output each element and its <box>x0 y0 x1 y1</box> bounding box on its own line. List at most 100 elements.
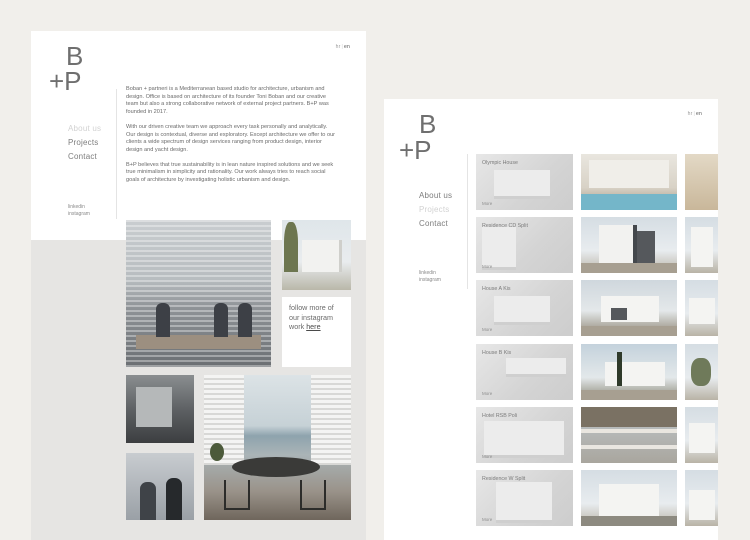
building-shape <box>605 362 665 386</box>
logo-plus-p: +P <box>49 66 82 96</box>
interior-photo <box>126 375 194 443</box>
nav-divider <box>467 154 468 289</box>
project-card[interactable]: Hotel RSB Poli More <box>476 407 573 463</box>
lang-hr[interactable]: hr <box>336 44 341 50</box>
building-shape <box>689 298 715 324</box>
project-more-link[interactable]: More <box>482 327 492 332</box>
project-photo[interactable] <box>581 217 677 273</box>
projects-page: B +P hr|en About us Projects Contact lin… <box>384 99 718 540</box>
tree-shape <box>691 358 711 386</box>
project-photo[interactable] <box>685 280 718 336</box>
window-shape <box>611 308 627 320</box>
nav-about-us[interactable]: About us <box>68 122 101 136</box>
panel-shape <box>136 387 172 427</box>
project-more-link[interactable]: More <box>482 264 492 269</box>
nav-about-us[interactable]: About us <box>419 189 452 203</box>
main-nav: About us Projects Contact <box>68 122 101 164</box>
project-photo[interactable] <box>685 217 718 273</box>
project-photo[interactable] <box>685 407 718 463</box>
project-photo[interactable] <box>581 470 677 526</box>
instagram-link[interactable]: instagram <box>68 211 90 218</box>
project-name: House B Kis <box>482 350 512 356</box>
shutter-right <box>311 375 351 465</box>
project-photo[interactable] <box>581 280 677 336</box>
linkedin-link[interactable]: linkedin <box>419 270 441 277</box>
building-shape <box>482 227 516 267</box>
project-more-link[interactable]: More <box>482 517 492 522</box>
project-name: House A Kis <box>482 286 511 292</box>
brand-logo[interactable]: B +P <box>399 111 436 163</box>
ground-shape <box>581 516 677 526</box>
about-paragraph: B+P believes that true sustainability is… <box>126 161 334 184</box>
project-row: Residence W Split More <box>476 470 718 526</box>
ground-shape <box>581 390 677 400</box>
building-shape <box>496 482 552 520</box>
building-shape <box>601 296 659 322</box>
instagram-link[interactable]: instagram <box>419 277 441 284</box>
language-switcher: hr|en <box>688 111 702 117</box>
project-photo[interactable] <box>581 154 677 210</box>
lang-hr[interactable]: hr <box>688 111 693 117</box>
nav-divider <box>116 89 117 219</box>
building-shape <box>302 240 342 272</box>
ground-shape <box>581 263 677 273</box>
project-photo[interactable] <box>685 344 718 400</box>
about-paragraph: Boban + partneri is a Mediterranean base… <box>126 86 329 116</box>
main-nav: About us Projects Contact <box>419 189 452 231</box>
about-description: Boban + partneri is a Mediterranean base… <box>126 86 336 192</box>
linkedin-link[interactable]: linkedin <box>68 204 90 211</box>
pool-shape <box>581 194 677 210</box>
project-photo[interactable] <box>581 407 677 463</box>
project-card[interactable]: Residence W Split More <box>476 470 573 526</box>
lang-en[interactable]: en <box>696 111 702 117</box>
person-shape <box>238 303 252 337</box>
project-name: Residence W Split <box>482 476 526 482</box>
table-shape <box>232 457 320 477</box>
project-photo[interactable] <box>685 470 718 526</box>
project-name: Residence CD Split <box>482 223 528 229</box>
logo-plus-p: +P <box>399 135 432 165</box>
office-photo <box>126 220 271 367</box>
nav-projects[interactable]: Projects <box>68 136 101 150</box>
about-paragraph: With our driven creative team we approac… <box>126 123 336 153</box>
project-row: House A Kis More <box>476 280 718 336</box>
project-card[interactable]: House A Kis More <box>476 280 573 336</box>
building-shape <box>599 225 633 267</box>
nav-contact[interactable]: Contact <box>68 150 101 164</box>
project-more-link[interactable]: More <box>482 454 492 459</box>
project-card[interactable]: Residence CD Split More <box>476 217 573 273</box>
building-shape <box>599 484 659 520</box>
project-name: Hotel RSB Poli <box>482 413 518 419</box>
balcony-shape <box>581 429 677 433</box>
building-shape <box>689 423 715 453</box>
chair-shape <box>224 480 250 510</box>
about-page: B +P hr|en About us Projects Contact lin… <box>31 31 366 540</box>
plant-shape <box>210 443 224 461</box>
building-shape <box>691 227 713 267</box>
building-shape <box>506 358 566 374</box>
building-shape <box>484 421 564 455</box>
balcony-shape <box>581 445 677 449</box>
instagram-here-link[interactable]: here <box>306 322 320 331</box>
brand-logo[interactable]: B +P <box>49 43 83 94</box>
tree-shape <box>284 222 298 272</box>
lang-en[interactable]: en <box>344 44 350 50</box>
project-more-link[interactable]: More <box>482 391 492 396</box>
project-photo[interactable] <box>581 344 677 400</box>
social-links: linkedin instagram <box>68 204 90 218</box>
project-more-link[interactable]: More <box>482 201 492 206</box>
cypress-shape <box>617 352 622 386</box>
project-photo[interactable] <box>685 154 718 210</box>
terrace-photo <box>204 375 351 520</box>
desk-shape <box>136 335 261 349</box>
logo-letter-b: B <box>419 109 437 139</box>
nav-contact[interactable]: Contact <box>419 217 452 231</box>
building-shape <box>689 490 715 520</box>
project-card[interactable]: House B Kis More <box>476 344 573 400</box>
project-row: House B Kis More <box>476 344 718 400</box>
photo-bg <box>685 154 718 210</box>
nav-projects[interactable]: Projects <box>419 203 452 217</box>
project-card[interactable]: Olympic House More <box>476 154 573 210</box>
project-row: Residence CD Split More <box>476 217 718 273</box>
person-shape <box>214 303 228 337</box>
